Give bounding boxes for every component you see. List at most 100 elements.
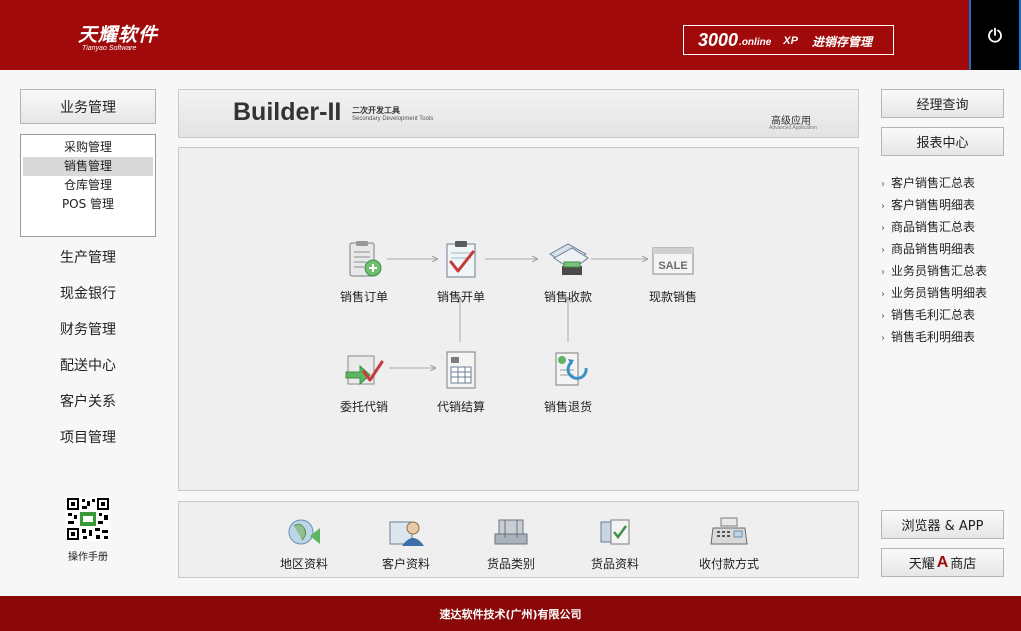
order-clipboard-icon bbox=[349, 241, 382, 277]
flow-label: 销售退货 bbox=[543, 400, 592, 414]
chevron-right-icon: › bbox=[881, 201, 885, 212]
product-name: 进销存管理 bbox=[811, 34, 872, 49]
flow-sales-return[interactable]: 销售退货 bbox=[531, 350, 605, 415]
flow-sales-invoice[interactable]: 销售开单 bbox=[424, 240, 498, 305]
report-center-button[interactable]: 报表中心 bbox=[881, 127, 1004, 156]
flow-consignment-settlement[interactable]: 代销结算 bbox=[424, 350, 498, 415]
region-globe-icon bbox=[288, 519, 320, 545]
nav-item-crm[interactable]: 客户关系 bbox=[20, 384, 156, 420]
browser-app-button[interactable]: 浏览器 & APP bbox=[881, 510, 1004, 539]
receipt-money-icon bbox=[549, 243, 589, 275]
power-button[interactable] bbox=[969, 0, 1021, 70]
builder-subtitle-en: Secondary Development Tools bbox=[352, 116, 434, 122]
logo: 天耀软件 Tianyao Software bbox=[78, 20, 158, 52]
store-prefix: 天耀 bbox=[908, 557, 935, 572]
chevron-right-icon: › bbox=[881, 333, 885, 344]
nav-item-project[interactable]: 项目管理 bbox=[20, 420, 156, 456]
report-item[interactable]: › 客户销售汇总表 bbox=[881, 172, 1016, 194]
flow-arrows bbox=[387, 148, 860, 492]
qr-code-icon[interactable] bbox=[66, 497, 110, 541]
bottom-label: 地区资料 bbox=[279, 557, 328, 571]
report-label: 商品销售明细表 bbox=[891, 242, 976, 256]
report-item[interactable]: › 销售毛利明细表 bbox=[881, 326, 1016, 348]
nav-item-cash-bank[interactable]: 现金银行 bbox=[20, 276, 156, 312]
flow-sales-receipt[interactable]: 销售收款 bbox=[531, 240, 605, 305]
chevron-right-icon: › bbox=[881, 311, 885, 322]
sales-flow-panel: 销售订单 销售开单 销售收款 SALE 现款销售 委托代销 代销结算 销售退货 bbox=[178, 147, 859, 491]
consignment-folder-icon bbox=[345, 355, 384, 386]
app-store-button[interactable]: 天耀 A 商店 bbox=[881, 548, 1004, 577]
report-item[interactable]: › 销售毛利汇总表 bbox=[881, 304, 1016, 326]
logo-cn: 天耀软件 bbox=[78, 24, 159, 46]
power-icon bbox=[988, 27, 1002, 43]
sale-tag-icon: SALE bbox=[652, 247, 694, 275]
report-item[interactable]: › 客户销售明细表 bbox=[881, 194, 1016, 216]
cash-register-icon bbox=[710, 517, 748, 545]
nav-item-production[interactable]: 生产管理 bbox=[20, 240, 156, 276]
product-suffix: .online bbox=[739, 37, 772, 48]
flow-label: 委托代销 bbox=[339, 400, 388, 414]
report-label: 业务员销售汇总表 bbox=[891, 264, 988, 278]
manual-label[interactable]: 操作手册 bbox=[40, 548, 136, 563]
builder-title: Builder-II bbox=[233, 98, 342, 126]
builder-subtitle-cn: 二次开发工具 bbox=[352, 106, 400, 115]
bottom-item-goods[interactable]: 货品资料 bbox=[575, 516, 655, 572]
report-item[interactable]: › 商品销售明细表 bbox=[881, 238, 1016, 260]
company-name: 速达软件技术(广州)有限公司 bbox=[439, 607, 582, 621]
report-label: 客户销售明细表 bbox=[891, 198, 976, 212]
basic-data-panel: 地区资料 客户资料 货品类别 货品资料 收付款方式 bbox=[178, 501, 859, 578]
header-bar: 天耀软件 Tianyao Software 3000 .online XP 进销… bbox=[0, 0, 1021, 70]
goods-boxes-icon bbox=[494, 519, 528, 545]
chevron-right-icon: › bbox=[881, 223, 885, 234]
store-suffix: 商店 bbox=[950, 557, 977, 572]
bottom-label: 货品类别 bbox=[486, 557, 535, 571]
bottom-item-customer[interactable]: 客户资料 bbox=[366, 516, 446, 572]
bottom-item-region[interactable]: 地区资料 bbox=[264, 516, 344, 572]
bottom-label: 收付款方式 bbox=[698, 557, 759, 571]
business-management-button[interactable]: 业务管理 bbox=[20, 89, 156, 124]
product-xp: XP bbox=[783, 35, 798, 47]
submenu-item-purchase[interactable]: 采购管理 bbox=[23, 138, 153, 157]
report-label: 商品销售汇总表 bbox=[891, 220, 976, 234]
bottom-item-goods-category[interactable]: 货品类别 bbox=[471, 516, 551, 572]
flow-cash-sale[interactable]: SALE 现款销售 bbox=[636, 240, 710, 305]
report-label: 销售毛利明细表 bbox=[891, 330, 976, 344]
submenu-item-pos[interactable]: POS 管理 bbox=[23, 195, 153, 214]
footer-bar: 速达软件技术(广州)有限公司 bbox=[0, 596, 1021, 631]
return-document-icon bbox=[555, 352, 588, 386]
report-label: 业务员销售明细表 bbox=[891, 286, 988, 300]
chevron-right-icon: › bbox=[881, 245, 885, 256]
report-label: 客户销售汇总表 bbox=[891, 176, 976, 190]
report-item[interactable]: › 商品销售汇总表 bbox=[881, 216, 1016, 238]
flow-label: 销售订单 bbox=[339, 290, 388, 304]
submenu-item-sales[interactable]: 销售管理 bbox=[23, 157, 153, 176]
chevron-right-icon: › bbox=[881, 179, 885, 190]
nav-item-finance[interactable]: 财务管理 bbox=[20, 312, 156, 348]
nav-item-distribution[interactable]: 配送中心 bbox=[20, 348, 156, 384]
goods-checklist-icon bbox=[600, 519, 630, 545]
flow-sales-order[interactable]: 销售订单 bbox=[327, 240, 401, 305]
chevron-right-icon: › bbox=[881, 267, 885, 278]
flow-label: 代销结算 bbox=[436, 400, 485, 414]
advanced-app-en: Advanced Application bbox=[769, 125, 817, 131]
store-a-logo: A bbox=[936, 553, 949, 571]
report-item[interactable]: › 业务员销售汇总表 bbox=[881, 260, 1016, 282]
submenu-item-warehouse[interactable]: 仓库管理 bbox=[23, 176, 153, 195]
builder-banner[interactable]: Builder-II 二次开发工具 Secondary Development … bbox=[178, 89, 859, 138]
customer-card-icon bbox=[389, 521, 424, 546]
product-title-box: 3000 .online XP 进销存管理 bbox=[683, 25, 894, 55]
bottom-label: 客户资料 bbox=[381, 557, 430, 571]
report-item[interactable]: › 业务员销售明细表 bbox=[881, 282, 1016, 304]
settlement-sheet-icon bbox=[446, 351, 476, 389]
product-number: 3000 bbox=[698, 29, 739, 50]
manager-query-button[interactable]: 经理查询 bbox=[881, 89, 1004, 118]
flow-consignment[interactable]: 委托代销 bbox=[327, 350, 401, 415]
flow-label: 现款销售 bbox=[648, 290, 697, 304]
flow-label: 销售开单 bbox=[436, 290, 485, 304]
left-nav: 生产管理 现金银行 财务管理 配送中心 客户关系 项目管理 bbox=[20, 240, 156, 456]
chevron-right-icon: › bbox=[881, 289, 885, 300]
business-submenu: 采购管理 销售管理 仓库管理 POS 管理 bbox=[20, 134, 156, 237]
bottom-label: 货品资料 bbox=[590, 557, 639, 571]
bottom-item-payment-method[interactable]: 收付款方式 bbox=[689, 516, 769, 572]
flow-label: 销售收款 bbox=[543, 290, 592, 304]
